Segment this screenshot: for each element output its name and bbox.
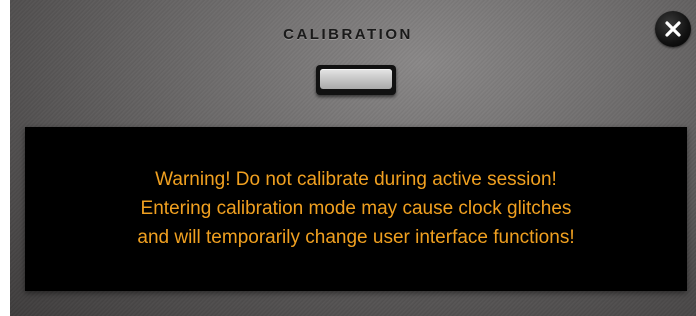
close-icon: [665, 21, 681, 37]
dialog-title: CALIBRATION: [283, 26, 413, 43]
close-button[interactable]: [655, 11, 691, 47]
calibrate-button[interactable]: [316, 65, 396, 95]
warning-message: Warning! Do not calibrate during active …: [25, 165, 687, 252]
warning-panel: Warning! Do not calibrate during active …: [25, 127, 687, 291]
warning-line: and will temporarily change user interfa…: [137, 227, 575, 248]
warning-line: Entering calibration mode may cause cloc…: [140, 198, 572, 219]
calibrate-button-face: [320, 69, 392, 89]
warning-line: Warning! Do not calibrate during active …: [155, 169, 557, 190]
